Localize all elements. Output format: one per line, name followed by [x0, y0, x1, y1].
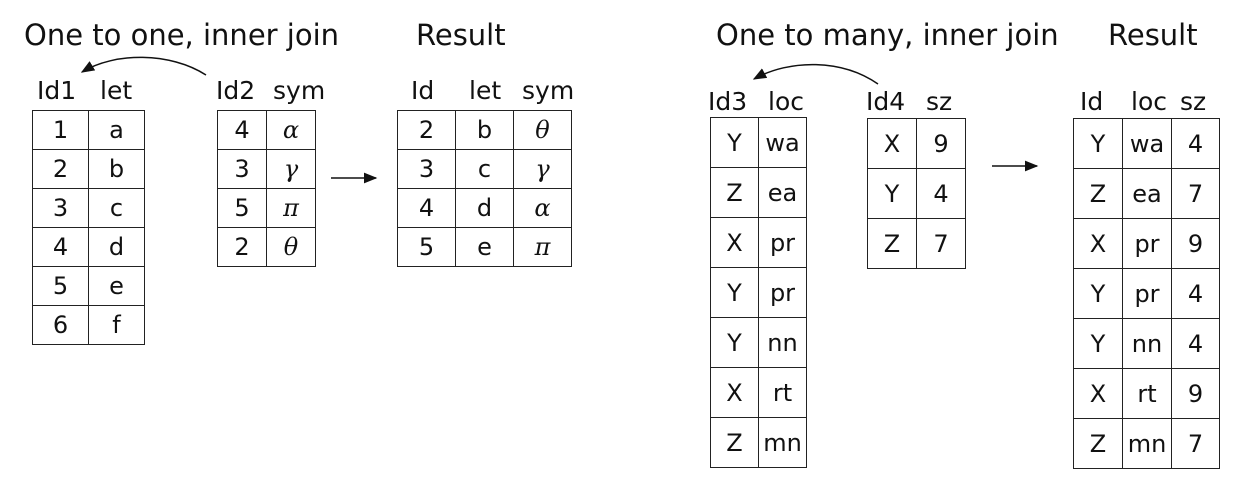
left-curved-arrow [80, 56, 207, 76]
right-curved-arrow [752, 63, 879, 85]
join-arrows [80, 56, 1039, 184]
